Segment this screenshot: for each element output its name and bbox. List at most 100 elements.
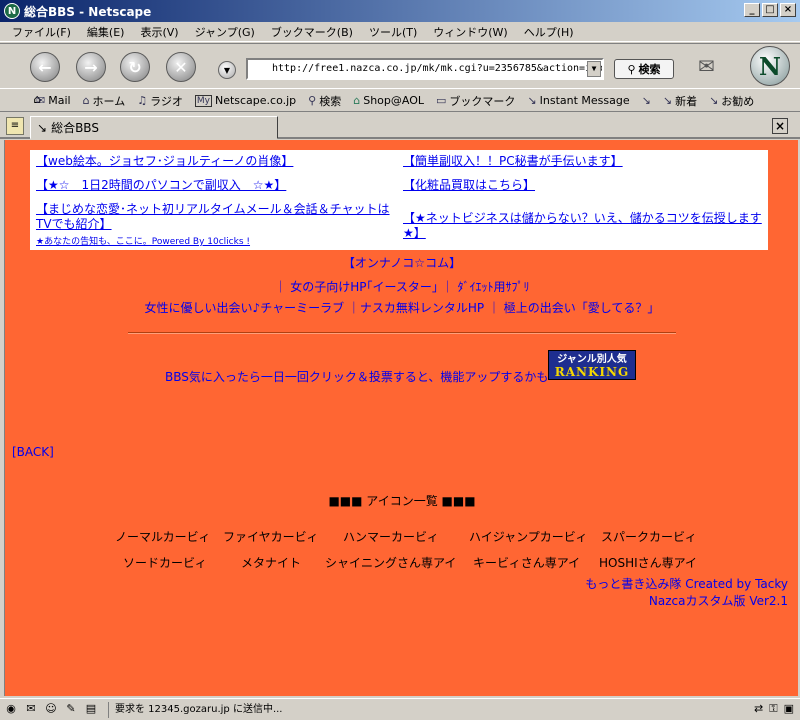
credit-line-1[interactable]: もっと書き込み隊 Created by Tacky xyxy=(585,575,788,592)
navigation-toolbar: ← → ↻ ✕ ▼ http://free1.nazca.co.jp/mk/mk… xyxy=(0,43,800,89)
bookmark-label: ラジオ xyxy=(150,94,183,108)
menu-view[interactable]: 表示(V) xyxy=(132,24,186,40)
link-icon: ↘ xyxy=(641,94,651,107)
ranking-banner[interactable]: ジャンル別人気 RANKING xyxy=(548,350,636,380)
chevron-down-icon: ▼ xyxy=(223,65,231,75)
link-icon: ↘ xyxy=(527,94,537,107)
menu-bar: ファイル(F) 編集(E) 表示(V) ジャンプ(G) ブックマーク(B) ツー… xyxy=(0,22,800,42)
bookmark-label: お勧め xyxy=(721,94,755,108)
link-icon: ↘ xyxy=(662,94,673,107)
home-icon: ⌂ xyxy=(82,94,90,107)
bookmark-recommend[interactable]: ↘ お勧め xyxy=(703,93,760,109)
ad-column-left: 【web絵本。ジョセフ･ジョルティーノの肖像】 【★☆ 1日2時間のパソコンで副… xyxy=(36,154,396,250)
netscape-status-icon[interactable]: ◉ xyxy=(2,702,20,718)
bookmark-search[interactable]: ⚲ 検索 xyxy=(302,93,347,109)
link-row-1[interactable]: ｜ 女の子向けHP｢イースター｣ ｜ ﾀﾞｲｴｯﾄ用ｻﾌﾟﾘ xyxy=(5,278,798,295)
netscape-app-icon: N xyxy=(4,3,20,19)
maximize-button[interactable]: □ xyxy=(762,3,778,17)
window-controls: _ □ × xyxy=(744,3,796,17)
link-icon: ↘ xyxy=(709,94,719,107)
search-label: 検索 xyxy=(638,63,661,76)
mail-icon[interactable]: ✉ xyxy=(22,702,40,718)
menu-window[interactable]: ウィンドウ(W) xyxy=(425,24,515,40)
bookmark-home[interactable]: ⌂ ホーム xyxy=(77,93,132,109)
link-row-2[interactable]: 女性に優しい出会い♪チャーミーラブ ｜ナスカ無料レンタルHP ｜ 極上の出会い「… xyxy=(5,299,798,316)
close-tab-button[interactable]: × xyxy=(772,118,788,134)
history-dropdown[interactable]: ▼ xyxy=(218,61,236,79)
search-button[interactable]: ⚲ 検索 xyxy=(614,59,674,79)
bookmark-blank[interactable]: ↘ xyxy=(636,94,657,107)
menu-file[interactable]: ファイル(F) xyxy=(4,24,79,40)
icon-list-item: ファイヤカービィ xyxy=(223,530,319,544)
composer-icon[interactable]: ✎ xyxy=(62,702,80,718)
menu-bookmarks[interactable]: ブックマーク(B) xyxy=(263,24,361,40)
bookmark-label: ブックマーク xyxy=(449,94,516,108)
url-dropdown-button[interactable]: ▼ xyxy=(587,61,601,77)
icon-list-item: シャイニングさん専アイ xyxy=(325,556,457,570)
bookmark-label: Shop@AOL xyxy=(363,94,425,107)
icon-list-item: ハイジャンプカービィ xyxy=(469,530,588,544)
sidebar-toggle-icon[interactable]: ≡ xyxy=(6,117,24,135)
ad-link[interactable]: 【★☆ 1日2時間のパソコンで副収入 ☆★】 xyxy=(36,178,286,192)
bookmark-label: ホーム xyxy=(92,94,126,108)
ad-promo-link[interactable]: ★あなたの告知も、ここに。Powered By 10clicks ! xyxy=(36,237,250,247)
ad-link[interactable]: 【まじめな恋愛･ネット初リアルタイムメール＆会話＆チャットはTVでも紹介】 xyxy=(36,202,390,231)
ad-link[interactable]: 【化粧品買取はこちら】 xyxy=(403,178,535,192)
close-button[interactable]: × xyxy=(780,3,796,17)
stop-icon: ✕ xyxy=(174,57,188,77)
shop-icon: ⌂ xyxy=(353,94,361,107)
aim-icon[interactable]: ☺ xyxy=(42,702,60,718)
radio-icon: ♫ xyxy=(137,94,148,107)
bookmark-label: Instant Message xyxy=(539,94,630,107)
tab-bbs[interactable]: ↘ 総合BBS xyxy=(30,116,278,139)
status-right-icons: ⇄ ⚿ ▣ xyxy=(754,702,794,716)
minimize-button[interactable]: _ xyxy=(744,3,760,17)
my-icon: My xyxy=(194,94,212,107)
menu-go[interactable]: ジャンプ(G) xyxy=(187,24,263,40)
forward-button[interactable]: → xyxy=(76,52,106,82)
back-button[interactable]: ← xyxy=(30,52,60,82)
page-content: 【web絵本。ジョセフ･ジョルティーノの肖像】 【★☆ 1日2時間のパソコンで副… xyxy=(4,140,798,696)
netscape-logo[interactable]: N xyxy=(750,46,790,86)
popup-icon: ▣ xyxy=(783,702,794,715)
status-bar: ◉ ✉ ☺ ✎ ▤ 要求を 12345.gozaru.jp に送信中... ⇄ … xyxy=(0,698,800,720)
bookmark-label: 新着 xyxy=(675,94,698,108)
icon-list-heading: ■■■ アイコン一覧 ■■■ xyxy=(328,494,476,508)
ad-link[interactable]: 【簡単副収入！！PC秘書が手伝います】 xyxy=(403,154,623,168)
menu-help[interactable]: ヘルプ(H) xyxy=(516,24,582,40)
stop-button[interactable]: ✕ xyxy=(166,52,196,82)
url-text: http://free1.nazca.co.jp/mk/mk.cgi?u=235… xyxy=(272,63,604,74)
menu-edit[interactable]: 編集(E) xyxy=(79,24,133,40)
ad-link[interactable]: 【★ネットビジネスは儲からない？いえ、儲かるコツを伝授します★】 xyxy=(403,211,762,240)
ranking-text[interactable]: BBS気に入ったら一日一回クリック＆投票すると、機能アップするかも→ xyxy=(165,368,558,385)
link-icon: ↘ xyxy=(37,120,48,135)
mail-tray-icon[interactable]: ✉ xyxy=(698,54,726,80)
link-onnanoko[interactable]: 【オンナノコ☆コム】 xyxy=(5,254,798,271)
bookmark-mail[interactable]: ✉ Mail xyxy=(30,94,77,107)
bookmark-label: Netscape.co.jp xyxy=(214,94,297,107)
tab-title: 総合BBS xyxy=(51,121,99,135)
menu-tools[interactable]: ツール(T) xyxy=(361,24,425,40)
back-link[interactable]: [BACK] xyxy=(12,445,54,459)
mail-icon: ✉ xyxy=(36,94,46,107)
bookmark-shop[interactable]: ⌂ Shop@AOL xyxy=(347,94,430,107)
folder-icon: ▭ xyxy=(436,94,447,107)
ad-link[interactable]: 【web絵本。ジョセフ･ジョルティーノの肖像】 xyxy=(36,154,293,168)
bookmark-instant-message[interactable]: ↘ Instant Message xyxy=(521,94,635,107)
ad-box: 【web絵本。ジョセフ･ジョルティーノの肖像】 【★☆ 1日2時間のパソコンで副… xyxy=(30,150,768,250)
icon-list-item: ハンマーカービィ xyxy=(343,530,439,544)
icon-list-item: ソードカービィ xyxy=(123,556,207,570)
bookmark-folder[interactable]: ▭ ブックマーク xyxy=(430,93,521,109)
credit-line-2[interactable]: Nazcaカスタム版 Ver2.1 xyxy=(649,592,788,609)
bookmark-netscape[interactable]: My Netscape.co.jp xyxy=(189,94,302,107)
address-book-icon[interactable]: ▤ xyxy=(82,702,100,718)
tab-bar: ≡ ↘ 総合BBS × xyxy=(0,113,800,139)
icon-list-item: HOSHIさん専アイ xyxy=(599,556,698,570)
url-bar[interactable]: http://free1.nazca.co.jp/mk/mk.cgi?u=235… xyxy=(246,58,604,80)
horizontal-divider xyxy=(128,332,676,334)
bookmark-new[interactable]: ↘ 新着 xyxy=(657,93,703,109)
reload-button[interactable]: ↻ xyxy=(120,52,150,82)
bookmark-radio[interactable]: ♫ ラジオ xyxy=(131,93,189,109)
bookmark-label: Mail xyxy=(48,94,71,107)
status-text: 要求を 12345.gozaru.jp に送信中... xyxy=(108,701,688,718)
